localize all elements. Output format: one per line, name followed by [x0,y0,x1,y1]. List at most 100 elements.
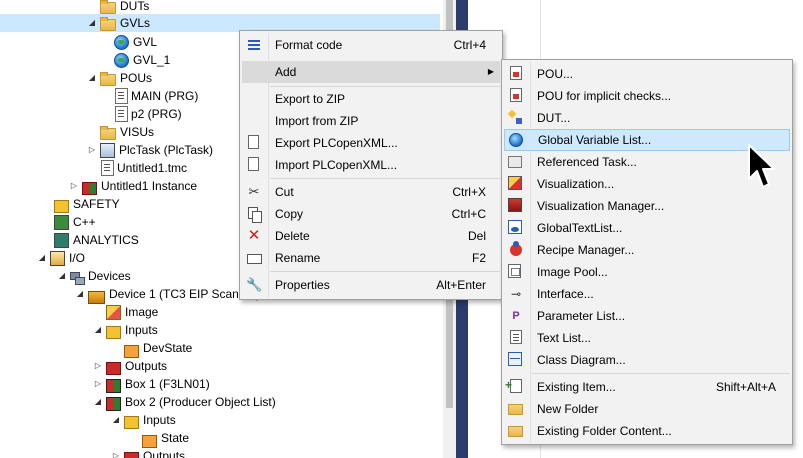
tree-node-device1[interactable]: ◢ Device 1 (TC3 EIP Scanner) [74,285,260,304]
menu-item-label: Add [275,65,297,79]
submenu-item-globaltextlist[interactable]: GlobalTextList... [504,217,790,239]
tree-node-pous[interactable]: ◢ POUs [86,69,152,87]
tree-node-tmc[interactable]: Untitled1.tmc [98,159,187,177]
menu-item-label: Referenced Task... [537,155,637,169]
tree-node-cpp[interactable]: C++ [52,213,96,231]
submenu-item-pou[interactable]: POU... [504,63,790,85]
twisty-expanded-icon[interactable]: ◢ [110,411,122,429]
tree-node-label: Inputs [125,323,158,337]
submenu-item-new-folder[interactable]: New Folder [504,398,790,420]
twisty-collapsed-icon[interactable]: ▷ [92,357,104,375]
tree-node-io[interactable]: ◢ I/O [36,249,85,267]
submenu-item-pou-implicit-checks[interactable]: POU for implicit checks... [504,85,790,107]
menu-item-cut[interactable]: ✂ Cut Ctrl+X [242,181,500,203]
tree-node-label: DevState [143,341,193,355]
tree-node-plctask[interactable]: ▷ PlcTask (PlcTask) [86,141,213,159]
tree-node-safety[interactable]: SAFETY [52,195,120,213]
referenced-task-icon [508,156,522,168]
submenu-item-recipe-manager[interactable]: Recipe Manager... [504,239,790,261]
menu-item-export-zip[interactable]: Export to ZIP [242,88,500,110]
twisty-collapsed-icon[interactable]: ▷ [92,375,104,393]
tree-node-label: State [161,431,190,445]
menu-item-import-plcopenxml[interactable]: Import PLCopenXML... [242,154,500,176]
menu-item-copy[interactable]: Copy Ctrl+C [242,203,500,225]
tree-node-duts[interactable]: DUTs [98,0,149,15]
menu-item-label: POU... [537,67,574,81]
submenu-item-image-pool[interactable]: Image Pool... [504,261,790,283]
menu-item-label: POU for implicit checks... [537,89,672,103]
tree-node-label: POUs [120,71,153,85]
menu-item-label: Visualization... [537,177,615,191]
submenu-item-dut[interactable]: DUT... [504,107,790,129]
menu-item-import-zip[interactable]: Import from ZIP [242,110,500,132]
tree-node-label: Box 2 (Producer Object List) [125,395,276,409]
tree-node-outputs[interactable]: ▷ Outputs [92,357,167,375]
menu-item-format-code[interactable]: Format code Ctrl+4 [242,34,500,56]
twisty-expanded-icon[interactable]: ◢ [92,321,104,339]
twisty-collapsed-icon[interactable]: ▷ [86,141,98,159]
tree-node-devstate[interactable]: DevState [122,339,193,358]
tree-node-label: Image [125,305,159,319]
inputs-icon [106,325,121,339]
twisty-collapsed-icon[interactable]: ▷ [68,177,80,195]
instance-icon [82,181,97,195]
tree-node-state[interactable]: State [140,429,190,448]
menu-item-properties[interactable]: 🔧 Properties Alt+Enter [242,274,500,296]
tree-node-instance[interactable]: ▷ Untitled1 Instance [68,177,197,195]
tree-node-analytics[interactable]: ANALYTICS [52,231,139,249]
submenu-item-visualization-manager[interactable]: Visualization Manager... [504,195,790,217]
tree-node-gvls[interactable]: ◢ GVLs [86,14,150,32]
twisty-expanded-icon[interactable]: ◢ [36,249,48,267]
menu-item-label: Delete [275,229,310,243]
tree-node-inputs[interactable]: ◢ Inputs [92,321,158,339]
menu-item-label: Class Diagram... [537,353,626,367]
twisty-expanded-icon[interactable]: ◢ [92,393,104,411]
tree-node-label: Box 1 (F3LN01) [125,377,210,391]
twisty-expanded-icon[interactable]: ◢ [56,267,68,285]
tree-node-box1[interactable]: ▷ Box 1 (F3LN01) [92,375,210,393]
text-list-icon [510,330,522,344]
tree-node-main[interactable]: MAIN (PRG) [112,87,198,105]
tree-node-label: Inputs [143,413,176,427]
twisty-expanded-icon[interactable]: ◢ [74,285,86,303]
menu-item-add[interactable]: Add ▶ [242,61,500,83]
menu-item-label: Export to ZIP [275,92,346,106]
submenu-item-class-diagram[interactable]: Class Diagram... [504,349,790,371]
menu-item-label: GlobalTextList... [537,221,623,235]
submenu-item-text-list[interactable]: Text List... [504,327,790,349]
menu-item-export-plcopenxml[interactable]: Export PLCopenXML... [242,132,500,154]
twisty-expanded-icon[interactable]: ◢ [86,14,98,32]
menu-item-label: Import PLCopenXML... [275,158,398,172]
tree-node-box2-inputs[interactable]: ◢ Inputs [110,411,176,429]
menu-item-shortcut: F2 [471,251,486,265]
menu-item-label: Format code [275,38,343,52]
submenu-item-existing-item[interactable]: Existing Item... Shift+Alt+A [504,374,790,398]
tree-node-gvl-1[interactable]: GVL_1 [112,51,170,69]
menu-item-label: Interface... [537,287,594,301]
menu-separator [270,86,500,87]
twisty-collapsed-icon[interactable]: ▷ [110,447,122,458]
tree-node-visus[interactable]: VISUs [98,123,154,141]
submenu-item-parameter-list[interactable]: P Parameter List... [504,305,790,327]
add-submenu: POU... POU for implicit checks... DUT...… [501,59,793,445]
tree-node-p2[interactable]: p2 (PRG) [112,105,182,123]
menu-item-label: Import from ZIP [275,114,359,128]
tree-node-label: PlcTask (PlcTask) [119,143,214,157]
image-icon [106,304,121,320]
tree-node-devices[interactable]: ◢ Devices [56,267,131,285]
image-pool-icon [508,264,521,278]
tree-node-label: GVL [133,35,158,49]
menu-item-rename[interactable]: Rename F2 [242,247,500,269]
tree-node-gvl[interactable]: GVL [112,33,157,51]
dut-icon [508,110,524,126]
class-diagram-icon [508,352,522,366]
twisty-expanded-icon[interactable]: ◢ [86,69,98,87]
tree-node-label: I/O [69,251,86,265]
submenu-item-interface[interactable]: ⊸ Interface... [504,283,790,305]
submenu-item-existing-folder-content[interactable]: Existing Folder Content... [504,420,790,442]
menu-item-delete[interactable]: ✕ Delete Del [242,225,500,247]
export-xml-icon [248,135,259,149]
tree-node-box2[interactable]: ◢ Box 2 (Producer Object List) [92,393,276,411]
tree-node-box2-outputs[interactable]: ▷ Outputs [110,447,185,458]
tree-node-image[interactable]: Image [104,303,158,321]
